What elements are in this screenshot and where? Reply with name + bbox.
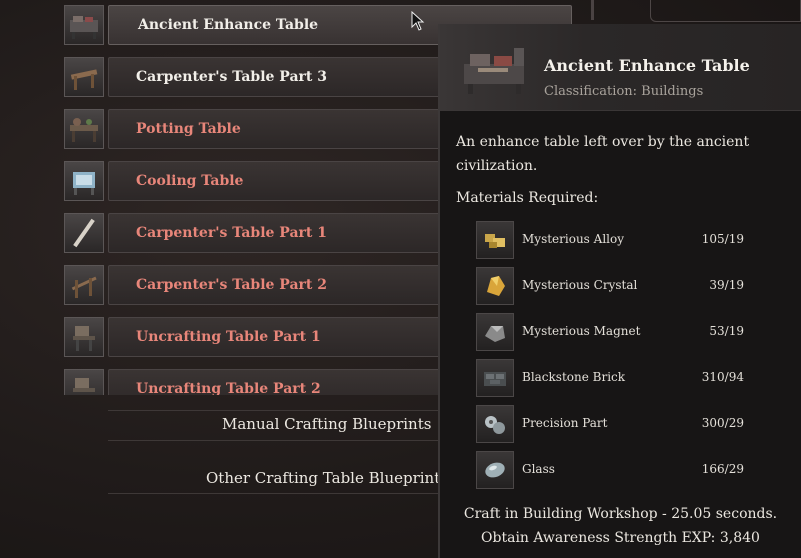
panel-divider [591,0,594,20]
tooltip-header: Ancient Enhance Table Classification: Bu… [440,24,801,111]
divider [108,493,448,494]
list-item-label: Carpenter's Table Part 3 [136,69,327,85]
divider [108,440,448,441]
list-item-label: Ancient Enhance Table [138,17,319,33]
material-count: 310/94 [701,370,744,384]
other-crafting-table-blueprints-category[interactable]: Other Crafting Table Blueprints [206,469,448,487]
material-row: Mysterious Crystal 39/19 [476,267,756,307]
cooling-table-icon [64,161,104,201]
item-tooltip: Ancient Enhance Table Classification: Bu… [438,24,801,558]
exp-info: Obtain Awareness Strength EXP: 3,840 [481,530,760,546]
material-count: 39/19 [709,278,744,292]
tooltip-title: Ancient Enhance Table [544,56,750,75]
material-count: 166/29 [701,462,744,476]
material-count: 53/19 [709,324,744,338]
tooltip-description: An enhance table left over by the ancien… [456,134,750,174]
list-item-label: Uncrafting Table Part 2 [136,381,321,395]
tooltip-classification: Classification: Buildings [544,84,704,99]
glass-icon [476,451,514,489]
material-row: Blackstone Brick 310/94 [476,359,756,399]
material-row: Mysterious Alloy 105/19 [476,221,756,261]
material-row: Mysterious Magnet 53/19 [476,313,756,353]
materials-heading: Materials Required: [456,190,599,206]
enhance-table-icon [458,38,536,98]
material-name: Glass [522,462,555,476]
material-row: Precision Part 300/29 [476,405,756,445]
list-item-label: Uncrafting Table Part 1 [136,329,321,345]
mouse-cursor-icon [411,11,425,31]
manual-crafting-blueprints-category[interactable]: Manual Crafting Blueprints [222,415,431,433]
material-name: Mysterious Crystal [522,278,638,292]
material-name: Mysterious Alloy [522,232,624,246]
list-item-label: Carpenter's Table Part 1 [136,225,327,241]
material-name: Mysterious Magnet [522,324,641,338]
plank-icon [64,213,104,253]
material-row: Glass 166/29 [476,451,756,491]
material-count: 300/29 [701,416,744,430]
brick-icon [476,359,514,397]
carpenter-frame-icon [64,265,104,305]
top-right-frame [650,0,801,22]
uncrafting-table-icon [64,317,104,357]
material-count: 105/19 [701,232,744,246]
alloy-icon [476,221,514,259]
carpenter-table-icon [64,57,104,97]
list-item-label: Cooling Table [136,173,244,189]
list-item-label: Carpenter's Table Part 2 [136,277,327,293]
uncrafting-table-icon [64,369,104,395]
crystal-icon [476,267,514,305]
divider [108,410,448,411]
material-name: Precision Part [522,416,608,430]
list-item-label: Potting Table [136,121,241,137]
part-icon [476,405,514,443]
material-name: Blackstone Brick [522,370,626,384]
enhance-table-icon [64,5,104,45]
craft-info: Craft in Building Workshop - 25.05 secon… [463,506,778,522]
potting-table-icon [64,109,104,149]
magnet-icon [476,313,514,351]
